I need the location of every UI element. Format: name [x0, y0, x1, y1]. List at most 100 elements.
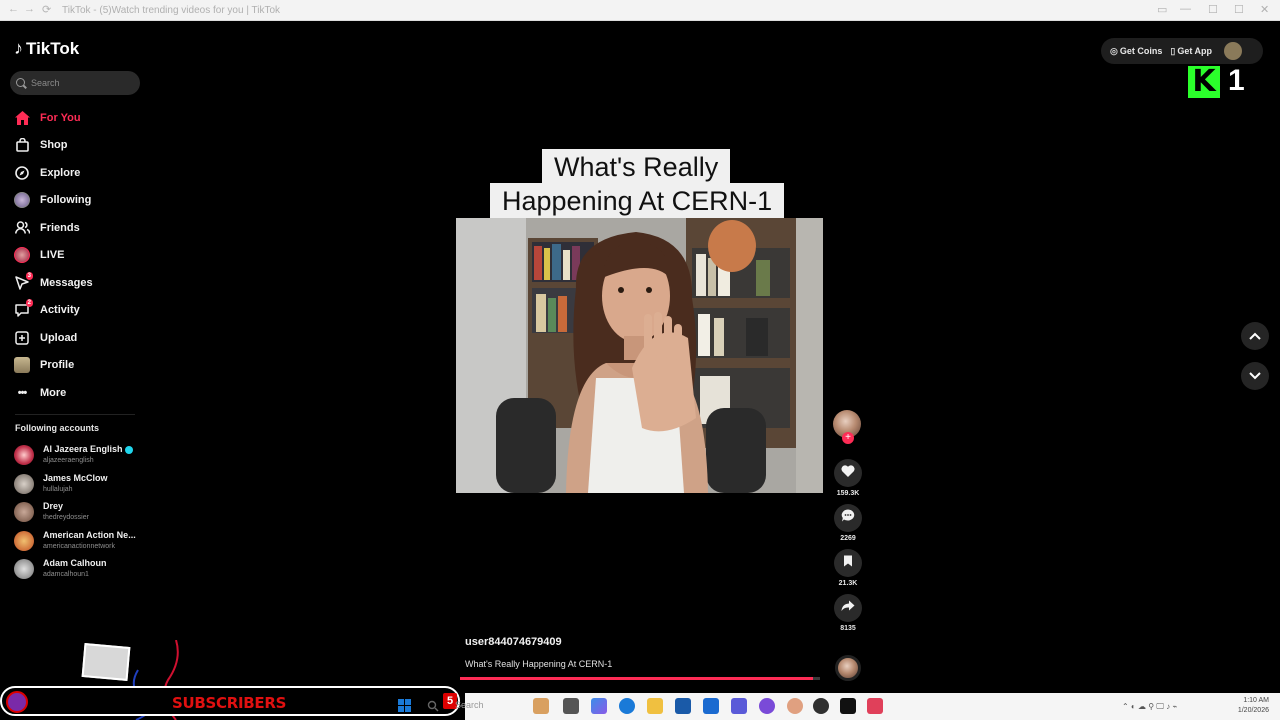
- heart-icon: [841, 464, 855, 482]
- chevron-up-icon: [1249, 327, 1261, 345]
- user-avatar[interactable]: [1224, 42, 1242, 60]
- maximize-button[interactable]: ☐: [1234, 3, 1244, 16]
- clock-time: 1:10 AM: [1243, 697, 1269, 704]
- sidebar-toggle-icon[interactable]: ▭: [1157, 3, 1167, 16]
- sidebar-item-upload[interactable]: Upload: [0, 324, 150, 352]
- sidebar-item-label: For You: [40, 111, 81, 124]
- outlook-icon[interactable]: [703, 698, 719, 714]
- home-icon: [14, 110, 30, 126]
- video-player[interactable]: [456, 218, 823, 493]
- following-account[interactable]: Adam Calhoun adamcalhoun1: [0, 555, 150, 584]
- get-app-button[interactable]: ▯ Get App: [1170, 46, 1212, 57]
- following-avatar-icon: [14, 192, 30, 209]
- tiktok-note-icon: ♪: [14, 38, 23, 58]
- taskbar-clock[interactable]: 1:10 AM 1/20/2026: [1233, 696, 1269, 716]
- avatar: [14, 445, 34, 466]
- account-handle: adamcalhoun1: [43, 571, 89, 579]
- sidebar-item-shop[interactable]: Shop: [0, 132, 150, 160]
- paper-plane-icon: 3: [14, 271, 33, 291]
- sidebar-item-activity[interactable]: 2 Activity: [0, 297, 150, 325]
- shopping-bag-icon: [14, 137, 30, 153]
- comment-button[interactable]: [834, 504, 862, 532]
- account-handle: thedreydossier: [43, 514, 89, 522]
- divider: [15, 414, 135, 415]
- following-account[interactable]: James McClow hullalujah: [0, 470, 150, 499]
- overlay-number: 1: [1228, 64, 1245, 97]
- sidebar-item-for-you[interactable]: For You: [0, 104, 150, 132]
- like-button[interactable]: [834, 459, 862, 487]
- following-accounts-heading: Following accounts: [15, 423, 100, 433]
- restore-button[interactable]: ☐: [1208, 3, 1218, 16]
- get-app-label: Get App: [1177, 45, 1212, 56]
- video-caption-line-1: What's Really: [542, 149, 731, 185]
- file-explorer-icon[interactable]: [647, 698, 663, 714]
- sidebar-item-label: Messages: [40, 276, 93, 289]
- tiktok-taskbar-icon[interactable]: [840, 698, 856, 714]
- video-action-bar: + 159.3K 2269 21.3K 8135: [833, 410, 863, 639]
- system-tray[interactable]: ⌃ ◐ ☁ ⚲ 🖵 ♪ ⌁: [1122, 702, 1177, 712]
- account-handle: hullalujah: [43, 485, 73, 493]
- search-box[interactable]: [10, 71, 140, 95]
- share-arrow-icon: [841, 599, 855, 617]
- sidebar-item-label: More: [40, 386, 67, 399]
- video-author[interactable]: user844074679409: [465, 636, 562, 648]
- close-button[interactable]: ✕: [1260, 3, 1269, 16]
- search-input[interactable]: [31, 78, 131, 88]
- sidebar-item-label: Following: [40, 194, 92, 207]
- search-icon: [16, 77, 27, 89]
- avatar: [14, 530, 34, 551]
- avatar: [14, 559, 34, 580]
- edge-icon[interactable]: [619, 698, 635, 714]
- app-icon-2[interactable]: [787, 698, 803, 714]
- taskbar-search-input[interactable]: Search: [455, 700, 484, 710]
- sidebar-item-profile[interactable]: Profile: [0, 352, 150, 380]
- tiktok-logo[interactable]: ♪ TikTok: [14, 38, 79, 59]
- share-button[interactable]: [834, 594, 862, 622]
- sidebar-item-more[interactable]: ••• More: [0, 379, 150, 407]
- save-button[interactable]: [834, 549, 862, 577]
- verified-icon: [124, 445, 133, 454]
- following-account[interactable]: Al Jazeera English aljazeeraenglish: [0, 441, 150, 470]
- sidebar-item-friends[interactable]: Friends: [0, 214, 150, 242]
- terminal-icon[interactable]: [563, 698, 579, 714]
- obs-icon[interactable]: [813, 698, 829, 714]
- store-icon[interactable]: [675, 698, 691, 714]
- minimize-button[interactable]: —: [1180, 3, 1191, 15]
- tiktok-studio-icon[interactable]: [867, 698, 883, 714]
- app-icon-1[interactable]: [533, 698, 549, 714]
- sidebar-item-following[interactable]: Following: [0, 187, 150, 215]
- activity-badge: 2: [25, 299, 33, 308]
- video-caption-line-2: Happening At CERN-1: [490, 183, 785, 219]
- overlay-avatar: [6, 691, 28, 713]
- previous-video-button[interactable]: [1241, 322, 1269, 350]
- discord-icon[interactable]: [759, 698, 775, 714]
- video-progress-bar[interactable]: [460, 677, 820, 680]
- account-name: James McClow: [43, 472, 108, 483]
- sidebar-item-live[interactable]: LIVE: [0, 242, 150, 270]
- avatar: [14, 502, 34, 523]
- kick-logo: K: [1188, 66, 1220, 98]
- sidebar-item-messages[interactable]: 3 Messages: [0, 269, 150, 297]
- back-button[interactable]: ←: [8, 3, 19, 15]
- profile-avatar-icon: [14, 357, 30, 374]
- sidebar-item-explore[interactable]: Explore: [0, 159, 150, 187]
- compass-icon: [14, 165, 30, 181]
- sidebar-item-label: Friends: [40, 221, 80, 234]
- following-account[interactable]: American Action Ne... americanactionnetw…: [0, 527, 150, 556]
- reload-button[interactable]: ⟳: [42, 3, 51, 16]
- next-video-button[interactable]: [1241, 362, 1269, 390]
- sidebar-item-label: Explore: [40, 166, 81, 179]
- copilot-icon[interactable]: [591, 698, 607, 714]
- following-account[interactable]: Drey thedreydossier: [0, 498, 150, 527]
- sidebar-item-label: LIVE: [40, 249, 65, 262]
- sidebar: ♪ TikTok For You Shop Explore: [0, 21, 150, 681]
- windows-taskbar: Search ⌃ ◐ ☁ ⚲ 🖵 ♪ ⌁ 1:10 AM 1/20/2026: [455, 693, 1280, 720]
- forward-button[interactable]: →: [24, 3, 35, 15]
- creator-avatar[interactable]: +: [833, 410, 861, 444]
- music-disc-avatar[interactable]: [835, 655, 861, 681]
- teams-icon[interactable]: [731, 698, 747, 714]
- follow-plus-icon[interactable]: +: [842, 432, 854, 444]
- account-handle: americanactionnetwork: [43, 542, 115, 550]
- video-frame-image: [456, 218, 823, 493]
- get-coins-button[interactable]: ◎ Get Coins: [1110, 46, 1162, 57]
